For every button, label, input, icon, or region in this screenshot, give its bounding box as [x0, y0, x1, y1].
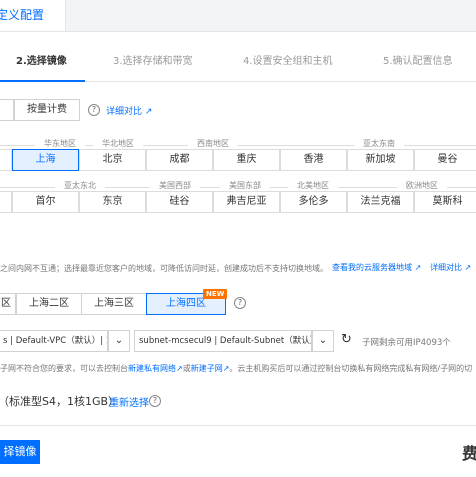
reselect-link[interactable]: 重新选择 — [109, 394, 149, 409]
active-step-underline — [0, 80, 85, 82]
step-4[interactable]: 4.设置安全组和主机 — [243, 52, 333, 67]
region-beijing[interactable]: 北京 — [79, 149, 146, 171]
billing-option-prepaid[interactable] — [0, 99, 14, 121]
refresh-icon[interactable]: ↻ — [341, 332, 352, 347]
step-5[interactable]: 5.确认配置信息 — [383, 52, 453, 67]
subnet-ip-remaining: 子网剩余可用IP4093个 — [362, 338, 451, 348]
price-label: 费 — [462, 444, 476, 463]
header-bar — [66, 0, 476, 32]
region-compare-link[interactable]: 详细对比 ↗ — [430, 262, 471, 273]
page-title: 定义配置 — [0, 8, 45, 22]
region-group-us-east: 美国东部 — [220, 180, 270, 191]
zone-help-icon[interactable]: ? — [234, 297, 246, 309]
region-group-asia-southeast: 亚太东南 — [354, 138, 404, 149]
region-moscow[interactable]: 莫斯科 — [414, 191, 476, 213]
billing-compare-link[interactable]: 详细对比 ↗ — [106, 104, 152, 117]
zone-option-shanghai-3[interactable]: 上海三区 — [81, 293, 147, 315]
step-3[interactable]: 3.选择存储和带宽 — [113, 52, 193, 67]
new-badge: NEW — [203, 289, 228, 299]
region-partial[interactable] — [0, 149, 12, 171]
external-link-icon: ↗ — [412, 263, 422, 272]
view-my-regions-link[interactable]: 查看我的云服务器地域 ↗ — [332, 262, 421, 273]
region-frankfurt[interactable]: 法兰克福 — [347, 191, 414, 213]
create-vpc-link[interactable]: 新建私有网络 — [128, 364, 176, 373]
region-singapore[interactable]: 新加坡 — [347, 149, 414, 171]
step-2[interactable]: 2.选择镜像 — [16, 52, 67, 67]
external-link-icon: ↗ — [462, 263, 472, 272]
instance-help-icon[interactable]: ? — [149, 395, 161, 407]
billing-option-pay-as-you-go[interactable]: 按量计费 — [14, 99, 80, 121]
footer-bar — [0, 425, 476, 477]
region-note: 之间内网不互通；选择最靠近您客户的地域，可降低访问时延，创建成功后不支持切换地域… — [0, 264, 328, 273]
region-shanghai[interactable]: 上海 — [12, 149, 79, 171]
region-silicon-valley[interactable]: 硅谷 — [146, 191, 213, 213]
region-group-north-china: 华北地区 — [93, 138, 143, 149]
region-virginia[interactable]: 弗吉尼亚 — [213, 191, 280, 213]
zone-option-shanghai-2[interactable]: 上海二区 — [16, 293, 82, 315]
region-group-southwest: 西南地区 — [188, 138, 238, 149]
subnet-select[interactable]: subnet-mcsecul9 | Default-Subnet（默认） — [134, 330, 312, 352]
region-group-east-china: 华东地区 — [35, 138, 85, 149]
network-note: 子网不符合您的要求，可以去控制台新建私有网络↗或新建子网↗。云主机购买后可以通过… — [0, 364, 473, 373]
create-subnet-link[interactable]: 新建子网 — [191, 364, 223, 373]
region-toronto[interactable]: 多伦多 — [280, 191, 347, 213]
region-group-asia-northeast: 亚太东北 — [55, 180, 105, 191]
vpc-select[interactable]: s | Default-VPC（默认）| 17 — [0, 330, 108, 352]
region-group-north-america: 北美地区 — [288, 180, 338, 191]
region-group-us-west: 美国西部 — [150, 180, 200, 191]
region-chengdu[interactable]: 成都 — [146, 149, 213, 171]
region-partial-2[interactable] — [0, 191, 12, 213]
external-link-icon: ↗ — [176, 364, 183, 373]
zone-option-1[interactable]: 区 — [0, 293, 16, 315]
region-seoul[interactable]: 首尔 — [12, 191, 79, 213]
help-icon[interactable]: ? — [88, 104, 100, 116]
next-select-image-button[interactable]: 择镜像 — [0, 440, 40, 464]
subnet-select-chevron-down-icon[interactable]: ⌄ — [312, 330, 334, 352]
region-group-europe: 欧洲地区 — [397, 180, 447, 191]
instance-spec: （标准型S4，1核1GB） — [0, 395, 120, 408]
region-hongkong[interactable]: 香港 — [280, 149, 347, 171]
external-link-icon: ↗ — [142, 107, 153, 117]
vpc-select-chevron-down-icon[interactable]: ⌄ — [108, 330, 130, 352]
region-bangkok[interactable]: 曼谷 — [414, 149, 476, 171]
region-chongqing[interactable]: 重庆 — [213, 149, 280, 171]
region-tokyo[interactable]: 东京 — [79, 191, 146, 213]
